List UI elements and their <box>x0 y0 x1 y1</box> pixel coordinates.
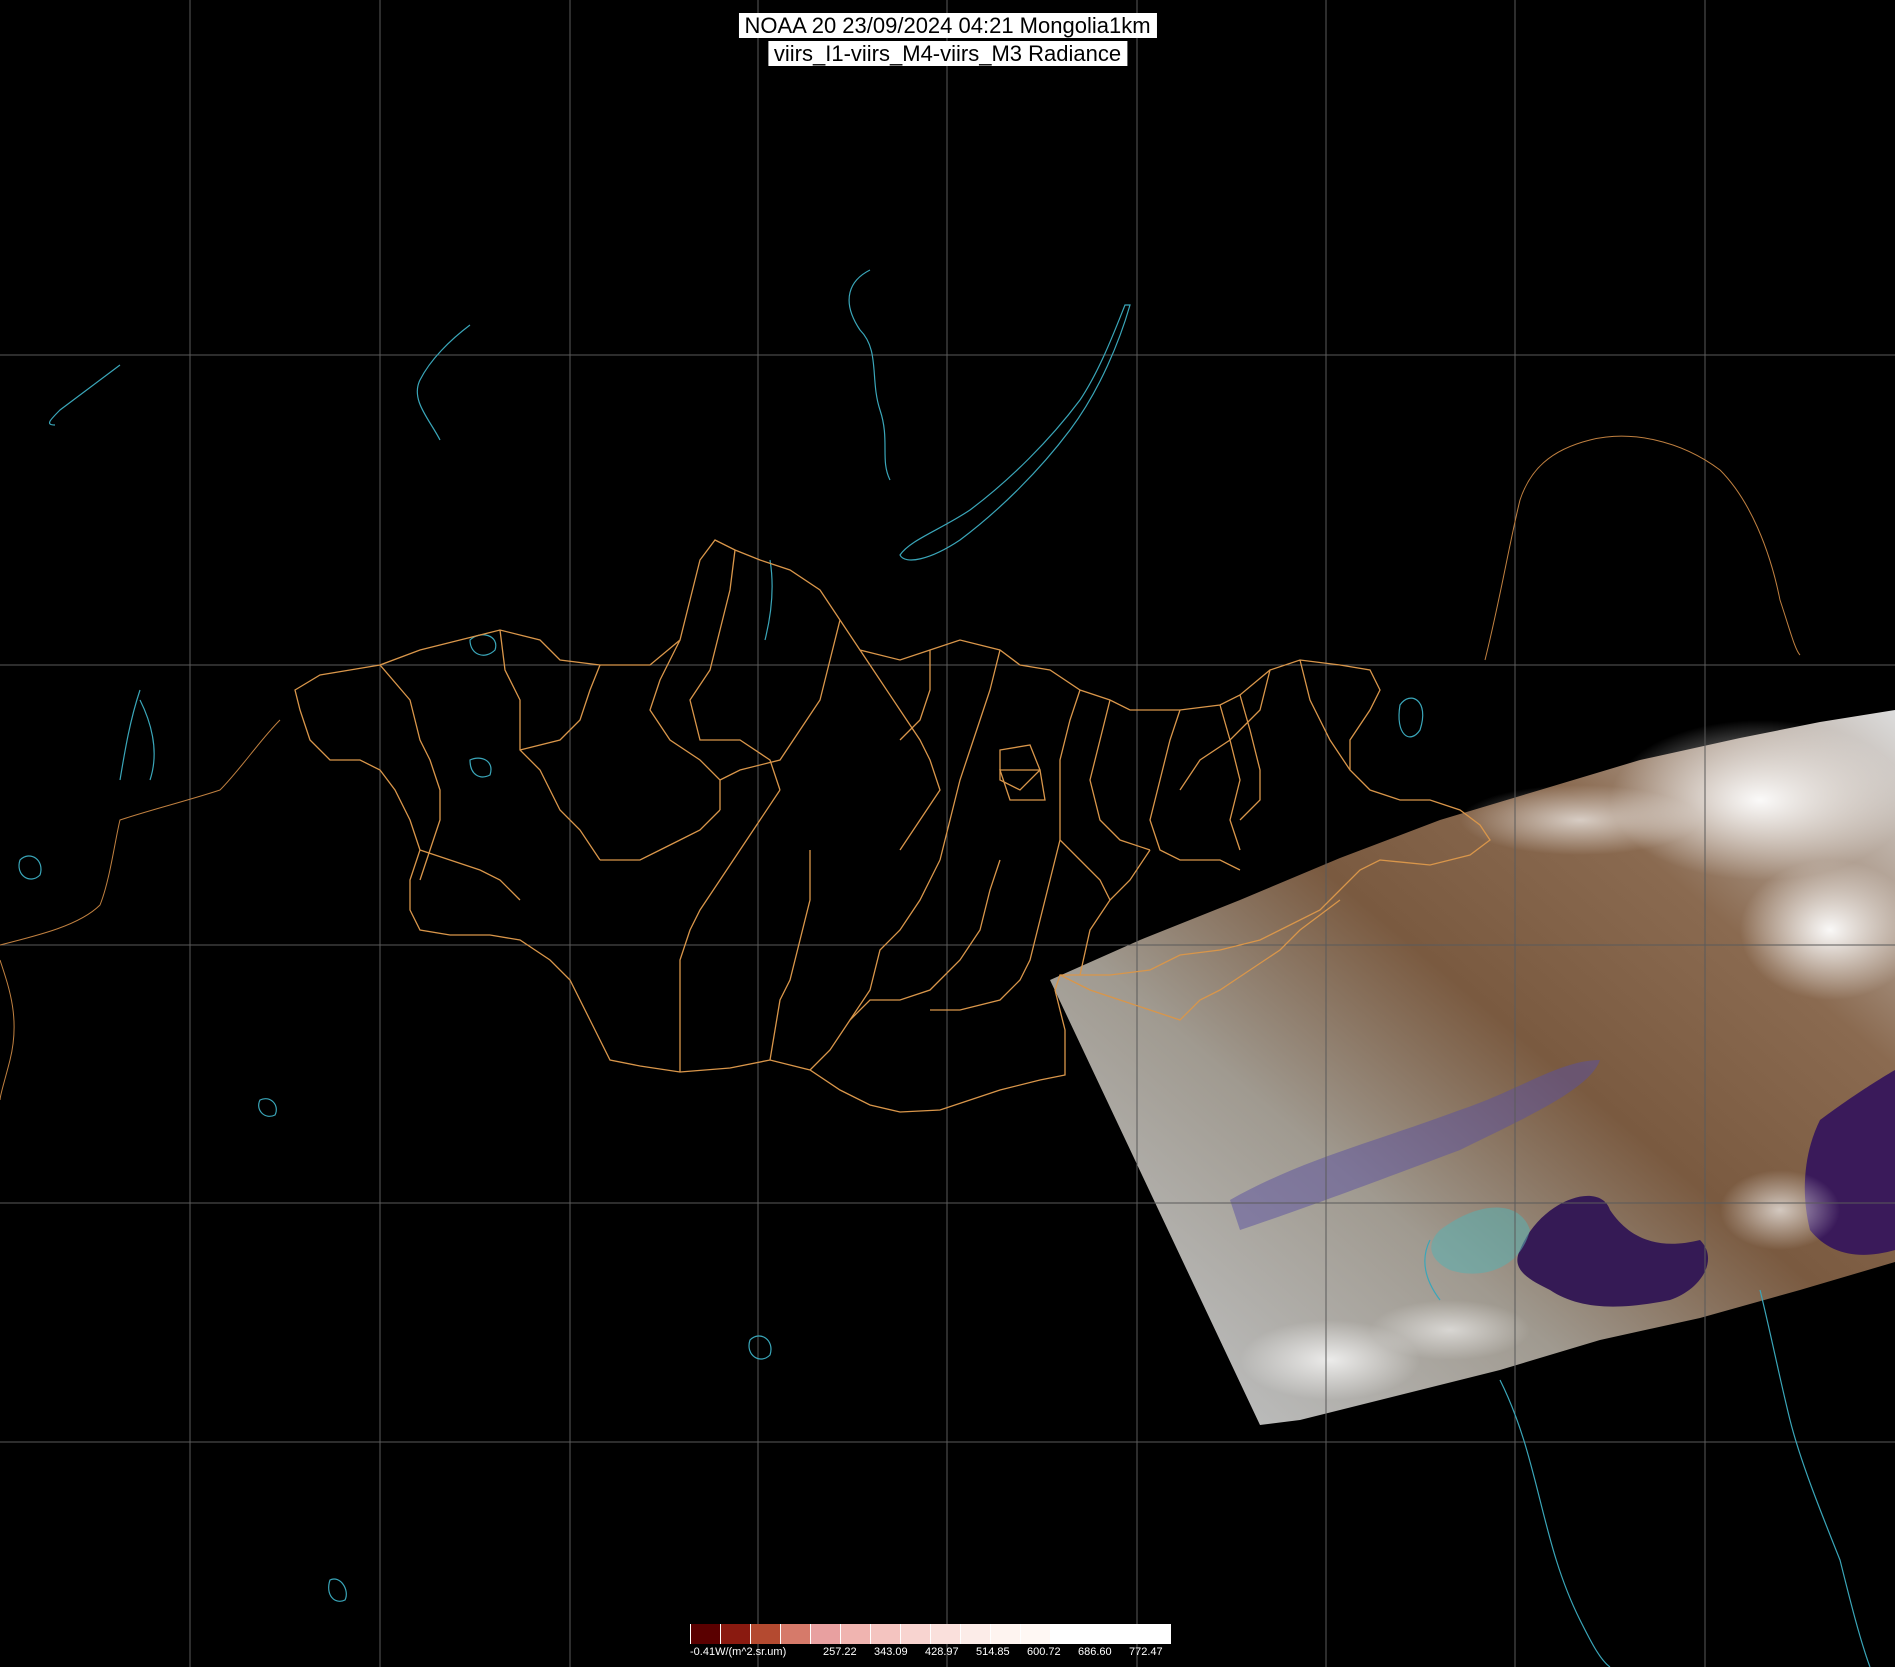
colorbar-swatch <box>811 1624 841 1644</box>
lake-nw2 <box>18 855 42 880</box>
aimag-12 <box>1149 709 1241 871</box>
lake-s1 <box>258 1098 277 1117</box>
colorbar-swatch <box>1111 1624 1141 1644</box>
colorbar-unit-label: -0.41W/(m^2.sr.um) <box>690 1646 787 1658</box>
aimag-24 <box>419 849 521 901</box>
aimag-20 <box>769 850 811 1061</box>
aimag-6 <box>719 619 841 781</box>
colorbar-tick-label: 686.60 <box>1078 1646 1112 1658</box>
small-district <box>999 769 1046 801</box>
cloud-s <box>1370 1300 1530 1360</box>
coast-korea <box>1759 1289 1871 1667</box>
aimag-16 <box>1179 669 1271 791</box>
aimag-5 <box>689 549 781 791</box>
aimag-9 <box>939 649 1001 861</box>
aimag-21 <box>849 859 1001 1021</box>
colorbar-swatch <box>721 1624 751 1644</box>
river-w <box>139 699 155 781</box>
colorbar-swatch <box>1141 1624 1171 1644</box>
colorbar-legend: -0.41W/(m^2.sr.um) 257.22 343.09 428.97 … <box>690 1624 1171 1664</box>
lake-w1 <box>48 364 121 426</box>
aimag-8 <box>899 650 931 741</box>
lake-hulun <box>1398 697 1424 738</box>
coast-china <box>1499 1379 1611 1667</box>
aimag-3 <box>519 664 601 751</box>
colorbar-tick-label: 514.85 <box>976 1646 1010 1658</box>
satellite-swath <box>1050 710 1895 1425</box>
lake-uvs <box>469 634 497 656</box>
colorbar-tick-label: 428.97 <box>925 1646 959 1658</box>
colorbar-swatch <box>991 1624 1021 1644</box>
cloud-se <box>1720 1170 1840 1250</box>
aimag-11 <box>1089 699 1151 851</box>
angara-river <box>848 269 891 481</box>
colorbar-swatch <box>1081 1624 1111 1644</box>
aimag-10 <box>1059 689 1111 901</box>
aimag-18 <box>809 859 941 1071</box>
aimag-1 <box>379 664 441 881</box>
colorbar-tick-label: 343.09 <box>874 1646 908 1658</box>
colorbar-swatch <box>751 1624 781 1644</box>
lake-baikal <box>899 304 1131 561</box>
colorbar-labels: -0.41W/(m^2.sr.um) 257.22 343.09 428.97 … <box>690 1646 1170 1662</box>
colorbar-swatch <box>901 1624 931 1644</box>
colorbar-tick-label: 772.47 <box>1129 1646 1163 1658</box>
lake-s2 <box>328 1578 347 1602</box>
river-nw <box>416 324 471 441</box>
aimag-7 <box>859 649 941 851</box>
colorbar-swatch <box>841 1624 871 1644</box>
map-canvas <box>0 0 1895 1667</box>
colorbar-swatch <box>871 1624 901 1644</box>
lake-hyargas <box>469 757 492 778</box>
aimag-22 <box>930 839 1061 1011</box>
colorbar-swatch <box>931 1624 961 1644</box>
colorbar-tick-label: 600.72 <box>1027 1646 1061 1658</box>
aimag-13 <box>1219 704 1241 851</box>
colorbar-tick-label: 257.22 <box>823 1646 857 1658</box>
colorbar-swatch <box>1051 1624 1081 1644</box>
colorbar-swatch <box>961 1624 991 1644</box>
colorbar-swatches <box>690 1624 1171 1644</box>
map-title: NOAA 20 23/09/2024 04:21 Mongolia1km <box>738 13 1157 38</box>
map-subtitle: viirs_I1-viirs_M4-viirs_M3 Radiance <box>767 41 1128 66</box>
aimag-15 <box>1299 659 1351 771</box>
colorbar-swatch <box>691 1624 721 1644</box>
lake-sw <box>748 1335 772 1360</box>
colorbar-swatch <box>781 1624 811 1644</box>
colorbar-swatch <box>1021 1624 1051 1644</box>
aimag-23 <box>600 809 721 861</box>
lake-khovsgol <box>764 559 773 641</box>
lake-w2 <box>119 689 141 781</box>
cloud-north <box>1460 785 1700 855</box>
ulaanbaatar-district <box>999 744 1041 791</box>
